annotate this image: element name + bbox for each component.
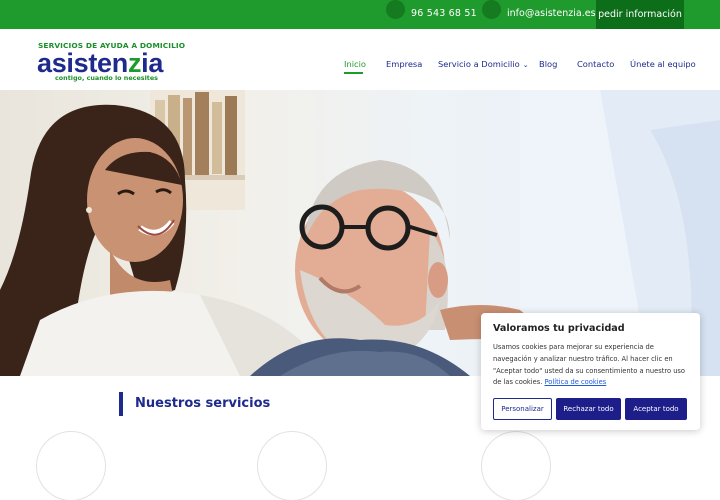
cookie-title: Valoramos tu privacidad — [493, 323, 625, 334]
service-card-2[interactable] — [258, 432, 326, 500]
nav-item-servicio[interactable]: Servicio a Domicilio ⌄ — [438, 59, 529, 69]
request-info-button[interactable]: pedir información — [596, 0, 684, 29]
site-header: SERVICIOS DE AYUDA A DOMICILIO asistenzi… — [0, 29, 720, 90]
mail-icon — [482, 0, 501, 19]
phone-link[interactable]: 96 543 68 51 — [411, 8, 477, 19]
nav-item-unete[interactable]: Únete al equipo — [630, 59, 696, 69]
service-card-1[interactable] — [37, 432, 105, 500]
cookie-policy-link[interactable]: Política de cookies — [545, 378, 607, 386]
nav-item-servicio-label: Servicio a Domicilio — [438, 59, 520, 69]
cookie-customize-button[interactable]: Personalizar — [493, 398, 552, 420]
logo-subtitle: contigo, cuando lo necesites — [55, 74, 158, 82]
top-bar: 96 543 68 51 info@asistenzia.es pedir in… — [0, 0, 720, 29]
nav-item-empresa[interactable]: Empresa — [386, 59, 422, 69]
nav-item-inicio[interactable]: Inicio — [344, 59, 366, 69]
cookie-reject-button[interactable]: Rechazar todo — [556, 398, 621, 420]
services-title-accent — [119, 392, 123, 416]
phone-icon — [386, 0, 405, 19]
cookie-accept-button[interactable]: Aceptar todo — [625, 398, 687, 420]
services-title: Nuestros servicios — [135, 396, 271, 411]
nav-item-blog[interactable]: Blog — [539, 59, 557, 69]
nav-active-underline — [344, 72, 363, 74]
cookie-text: Usamos cookies para mejorar su experienc… — [493, 342, 689, 389]
nav-item-contacto[interactable]: Contacto — [577, 59, 614, 69]
service-card-3[interactable] — [482, 432, 550, 500]
email-link[interactable]: info@asistenzia.es — [507, 8, 596, 19]
chevron-down-icon: ⌄ — [522, 61, 529, 69]
cookie-consent-banner: Valoramos tu privacidad Usamos cookies p… — [481, 313, 700, 430]
